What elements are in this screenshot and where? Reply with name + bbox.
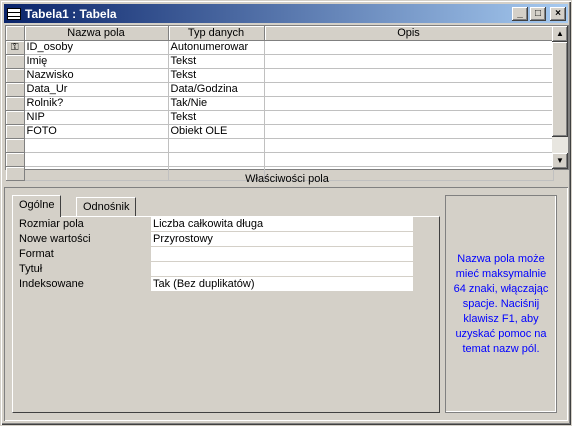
table-row[interactable]	[6, 152, 554, 167]
format-value[interactable]	[151, 247, 413, 261]
property-label: Format	[19, 248, 54, 260]
table-icon	[7, 7, 21, 20]
field-name-cell[interactable]: FOTO	[24, 124, 169, 139]
table-row[interactable]: Data_Ur Data/Godzina	[6, 82, 554, 97]
arrow-up-icon[interactable]: ▲	[552, 26, 568, 42]
title-bar[interactable]: Tabela1 : Tabela _ □ ×	[4, 4, 568, 23]
row-selector[interactable]	[6, 96, 25, 111]
table-row[interactable]	[6, 138, 554, 153]
help-box: Nazwa pola może mieć maksymalnie 64 znak…	[445, 195, 557, 413]
description-cell[interactable]	[264, 96, 554, 111]
table-row[interactable]: ⚿ ID_osoby Autonumerowar	[6, 40, 554, 55]
field-size-value[interactable]: Liczba całkowita długa	[151, 217, 413, 231]
tab-lookup[interactable]: Odnośnik	[76, 197, 137, 217]
field-properties-panel: Ogólne Odnośnik Rozmiar pola Liczba całk…	[4, 187, 568, 421]
tab-general[interactable]: Ogólne	[12, 195, 62, 217]
description-cell[interactable]	[264, 68, 554, 83]
general-tab-content: Rozmiar pola Liczba całkowita długa Nowe…	[12, 216, 440, 413]
description-cell[interactable]	[264, 40, 554, 55]
minimize-button[interactable]: _	[512, 6, 528, 21]
indexed-value[interactable]: Tak (Bez duplikatów)	[151, 277, 413, 291]
row-selector[interactable]	[6, 124, 25, 139]
new-values-value[interactable]: Przyrostowy	[151, 232, 413, 246]
field-name-cell[interactable]: Nazwisko	[24, 68, 169, 83]
field-grid: Nazwa pola Typ danych Opis ⚿ ID_osoby Auto…	[5, 25, 569, 181]
row-selector-header	[6, 26, 25, 41]
window-title: Tabela1 : Tabela	[25, 6, 117, 21]
row-selector[interactable]	[6, 152, 25, 167]
data-type-cell[interactable]	[168, 138, 265, 153]
row-selector[interactable]	[6, 110, 25, 125]
column-header-description[interactable]: Opis	[264, 26, 554, 41]
description-cell[interactable]	[264, 82, 554, 97]
data-type-cell[interactable]: Tekst	[168, 110, 265, 125]
data-type-cell[interactable]: Tekst	[168, 68, 265, 83]
data-type-cell[interactable]: Tak/Nie	[168, 96, 265, 111]
property-label: Tytuł	[19, 263, 43, 275]
description-cell[interactable]	[264, 152, 554, 167]
field-name-cell[interactable]	[24, 152, 169, 167]
field-name-cell[interactable]	[24, 138, 169, 153]
field-name-cell[interactable]: ID_osoby	[24, 40, 169, 55]
description-cell[interactable]	[264, 110, 554, 125]
row-selector[interactable]	[6, 54, 25, 69]
caption-value[interactable]	[151, 262, 413, 276]
primary-key-icon: ⚿	[10, 41, 19, 53]
property-label: Indeksowane	[19, 278, 84, 290]
table-row[interactable]: Rolnik? Tak/Nie	[6, 96, 554, 111]
property-row: Format	[19, 247, 417, 262]
vertical-scrollbar[interactable]: ▲ ▼	[552, 26, 568, 169]
property-row: Nowe wartości Przyrostowy	[19, 232, 417, 247]
row-selector[interactable]	[6, 68, 25, 83]
table-row[interactable]: NIP Tekst	[6, 110, 554, 125]
row-selector[interactable]	[6, 138, 25, 153]
data-type-cell[interactable]: Obiekt OLE	[168, 124, 265, 139]
field-name-cell[interactable]: NIP	[24, 110, 169, 125]
property-row: Tytuł	[19, 262, 417, 277]
table-design-window: Tabela1 : Tabela _ □ × Nazwa pola Typ da…	[0, 0, 572, 426]
data-type-cell[interactable]: Autonumerowar	[168, 40, 265, 55]
field-properties-label: Właściwości pola	[245, 173, 329, 185]
description-cell[interactable]	[264, 124, 554, 139]
scrollbar-thumb[interactable]	[552, 42, 568, 137]
arrow-down-icon[interactable]: ▼	[552, 153, 568, 169]
field-name-cell[interactable]: Imię	[24, 54, 169, 69]
description-cell[interactable]	[264, 54, 554, 69]
property-label: Nowe wartości	[19, 233, 91, 245]
table-row[interactable]: Nazwisko Tekst	[6, 68, 554, 83]
column-header-type[interactable]: Typ danych	[168, 26, 265, 41]
data-type-cell[interactable]: Tekst	[168, 54, 265, 69]
description-cell[interactable]	[264, 138, 554, 153]
property-label: Rozmiar pola	[19, 218, 84, 230]
column-header-name[interactable]: Nazwa pola	[24, 26, 169, 41]
property-row: Rozmiar pola Liczba całkowita długa	[19, 217, 417, 232]
data-type-cell[interactable]	[168, 152, 265, 167]
property-row: Indeksowane Tak (Bez duplikatów)	[19, 277, 417, 292]
data-type-cell[interactable]: Data/Godzina	[168, 82, 265, 97]
table-row[interactable]: FOTO Obiekt OLE	[6, 124, 554, 139]
close-button[interactable]: ×	[550, 6, 566, 21]
row-selector[interactable]: ⚿	[6, 40, 25, 55]
field-name-cell[interactable]: Rolnik?	[24, 96, 169, 111]
help-text: Nazwa pola może mieć maksymalnie 64 znak…	[453, 252, 549, 355]
field-name-cell[interactable]: Data_Ur	[24, 82, 169, 97]
row-selector[interactable]	[6, 82, 25, 97]
fields-table: Nazwa pola Typ danych Opis ⚿ ID_osoby Auto…	[6, 26, 554, 181]
maximize-button[interactable]: □	[530, 6, 546, 21]
table-row[interactable]: Imię Tekst	[6, 54, 554, 69]
